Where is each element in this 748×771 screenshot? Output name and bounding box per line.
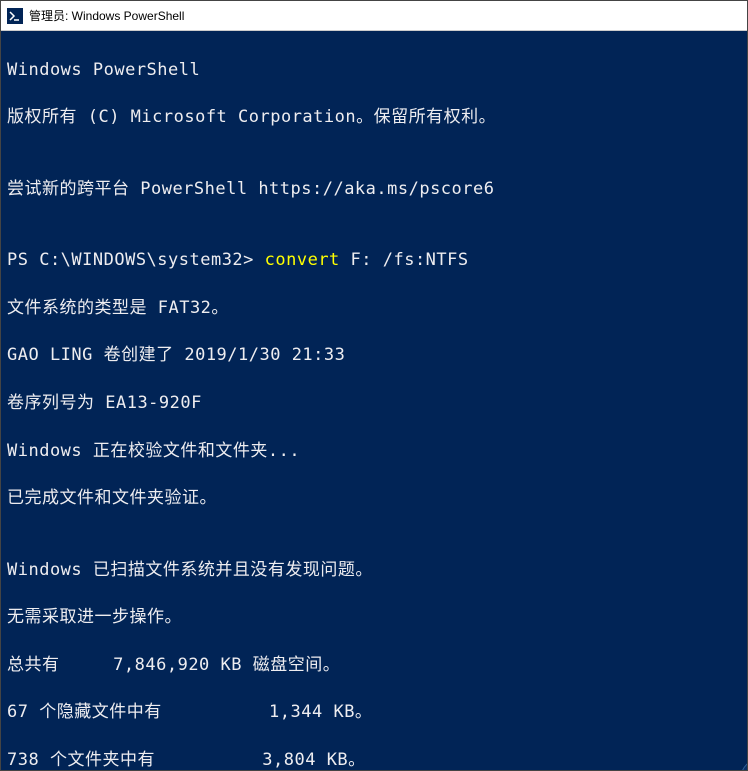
output-line: 总共有 7,846,920 KB 磁盘空间。 bbox=[7, 654, 741, 678]
terminal-output[interactable]: Windows PowerShell 版权所有 (C) Microsoft Co… bbox=[1, 31, 747, 770]
output-line: 卷序列号为 EA13-920F bbox=[7, 392, 741, 416]
output-line: 尝试新的跨平台 PowerShell https://aka.ms/pscore… bbox=[7, 178, 741, 202]
titlebar-text: 管理员: Windows PowerShell bbox=[29, 7, 184, 24]
prompt-line: PS C:\WINDOWS\system32> convert F: /fs:N… bbox=[7, 249, 741, 273]
output-line: 已完成文件和文件夹验证。 bbox=[7, 487, 741, 511]
output-line: GAO LING 卷创建了 2019/1/30 21:33 bbox=[7, 344, 741, 368]
output-line: Windows PowerShell bbox=[7, 59, 741, 83]
output-line: Windows 已扫描文件系统并且没有发现问题。 bbox=[7, 559, 741, 583]
titlebar[interactable]: 管理员: Windows PowerShell bbox=[1, 1, 747, 31]
command-convert: convert bbox=[265, 250, 340, 270]
output-line: 67 个隐藏文件中有 1,344 KB。 bbox=[7, 701, 741, 725]
powershell-window: 管理员: Windows PowerShell Windows PowerShe… bbox=[0, 0, 748, 771]
powershell-icon bbox=[7, 8, 23, 24]
prompt-path: PS C:\WINDOWS\system32> bbox=[7, 250, 265, 270]
command-args: F: /fs:NTFS bbox=[340, 250, 469, 270]
output-line: 738 个文件夹中有 3,804 KB。 bbox=[7, 749, 741, 770]
output-line: 版权所有 (C) Microsoft Corporation。保留所有权利。 bbox=[7, 106, 741, 130]
output-line: 无需采取进一步操作。 bbox=[7, 606, 741, 630]
output-line: Windows 正在校验文件和文件夹... bbox=[7, 440, 741, 464]
output-line: 文件系统的类型是 FAT32。 bbox=[7, 297, 741, 321]
